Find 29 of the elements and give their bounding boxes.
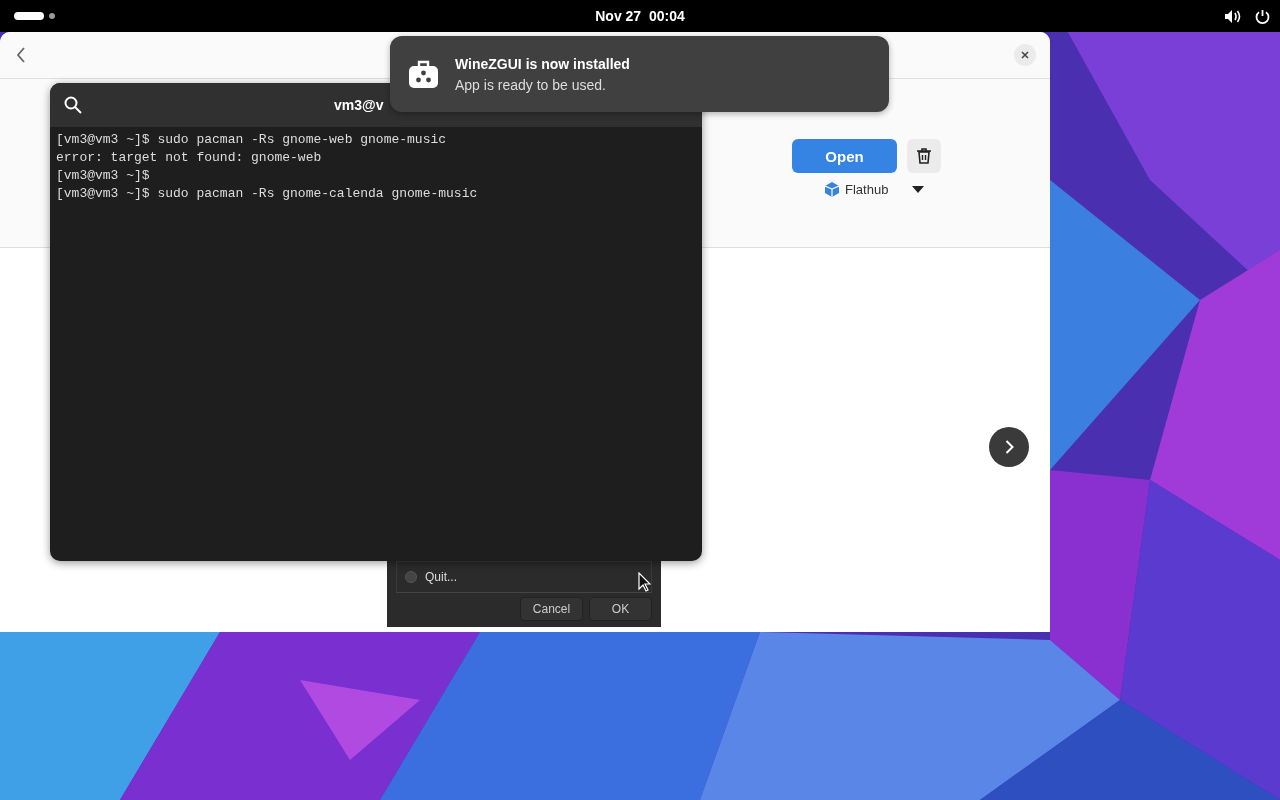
notification-body: App is ready to be used.: [455, 76, 607, 93]
radio-button[interactable]: [405, 571, 417, 583]
trash-icon: [917, 148, 931, 164]
source-label[interactable]: Flathub: [845, 182, 889, 197]
app-bag-icon: [409, 60, 438, 88]
dialog-button[interactable]: Cancel: [520, 597, 583, 621]
terminal-line: [vm3@vm3 ~]$ sudo pacman -Rs gnome-calenda gnome-music: [56, 185, 478, 203]
dialog-button[interactable]: OK: [589, 597, 652, 621]
uninstall-button[interactable]: [907, 139, 941, 173]
next-button[interactable]: [989, 427, 1029, 467]
open-button[interactable]: Open: [792, 139, 897, 173]
search-icon[interactable]: [64, 96, 82, 114]
option-label[interactable]: Quit...: [425, 570, 457, 584]
close-icon: [1020, 50, 1030, 60]
back-icon[interactable]: [16, 47, 26, 63]
volume-icon[interactable]: [1224, 8, 1241, 24]
clock[interactable]: Nov 27 00:04: [595, 8, 685, 24]
close-button[interactable]: [1014, 44, 1036, 66]
chevron-right-icon: [1004, 440, 1014, 454]
workspace-indicator-icon[interactable]: [14, 11, 56, 21]
power-icon[interactable]: [1255, 8, 1270, 24]
terminal-line: error: target not found: gnome-web: [56, 149, 322, 167]
dropdown-caret-icon[interactable]: [912, 186, 925, 193]
terminal-line: [vm3@vm3 ~]$ sudo pacman -Rs gnome-web gnome-music: [56, 131, 447, 149]
mouse-pointer-icon: [638, 572, 651, 592]
notification-title: WineZGUI is now installed: [455, 55, 630, 72]
window-title: vm3@v: [334, 97, 384, 113]
terminal-line: [vm3@vm3 ~]$: [56, 167, 150, 185]
cube-icon: [825, 182, 839, 197]
